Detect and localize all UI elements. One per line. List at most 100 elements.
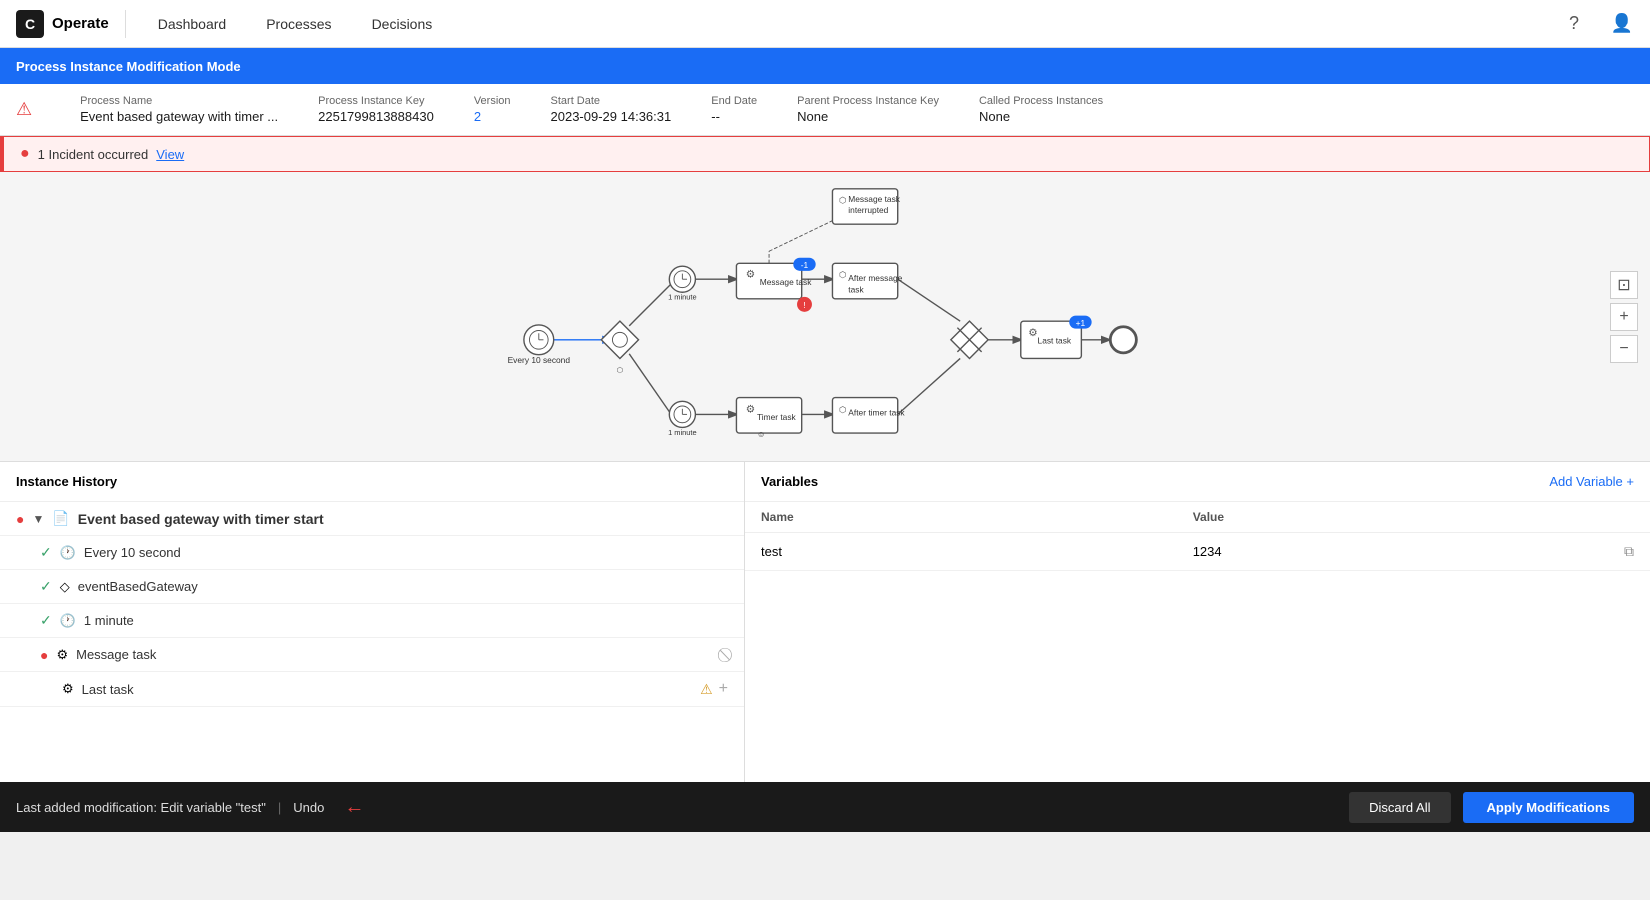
- expand-icon[interactable]: ▼: [32, 512, 44, 526]
- var-name-0: test: [745, 533, 1177, 571]
- version-info: Version 2: [474, 95, 511, 124]
- svg-text:⬡: ⬡: [839, 269, 846, 279]
- diagram-area: Every 10 second ⬡ 1 minute ⚙ Message tas…: [0, 172, 1650, 462]
- add-icon-lasttask[interactable]: +: [719, 680, 728, 698]
- root-item-label: Event based gateway with timer start: [78, 511, 728, 527]
- apply-modifications-button[interactable]: Apply Modifications: [1463, 792, 1635, 823]
- info-row: ⚠ Process Name Event based gateway with …: [0, 84, 1650, 136]
- called-instances-value: None: [979, 109, 1103, 124]
- svg-text:After message: After message: [848, 273, 902, 283]
- parent-key-info: Parent Process Instance Key None: [797, 95, 939, 124]
- parent-key-label: Parent Process Instance Key: [797, 95, 939, 107]
- discard-all-button[interactable]: Discard All: [1349, 792, 1450, 823]
- copy-icon-0[interactable]: ⧉: [1624, 543, 1634, 560]
- incident-view-link[interactable]: View: [156, 147, 184, 162]
- called-instances-label: Called Process Instances: [979, 95, 1103, 107]
- error-indicator-icon: ⚠: [16, 99, 32, 120]
- item-ok-icon-every10: ✓: [40, 544, 52, 561]
- svg-text:⚙: ⚙: [746, 405, 755, 416]
- start-date-info: Start Date 2023-09-29 14:36:31: [551, 95, 672, 124]
- help-icon[interactable]: ?: [1562, 12, 1586, 36]
- var-row-0: test 1234 ⧉: [745, 533, 1650, 571]
- version-value: 2: [474, 109, 511, 124]
- svg-text:After timer task: After timer task: [848, 407, 905, 417]
- process-name-info: Process Name Event based gateway with ti…: [80, 95, 278, 124]
- history-item-every10[interactable]: ✓ 🕐 Every 10 second: [0, 536, 744, 570]
- mode-banner: Process Instance Modification Mode: [0, 48, 1650, 84]
- zoom-controls: ⊡ + −: [1610, 271, 1638, 363]
- zoom-out-button[interactable]: −: [1610, 335, 1638, 363]
- root-error-icon: ●: [16, 511, 24, 527]
- item-ok-icon-1min: ✓: [40, 612, 52, 629]
- clock-icon-1min: 🕐: [60, 613, 76, 629]
- var-value-text-0: 1234: [1193, 544, 1222, 559]
- warn-icon-lasttask: ⚠: [700, 681, 713, 698]
- zoom-in-button[interactable]: +: [1610, 303, 1638, 331]
- instance-history-title: Instance History: [0, 462, 744, 502]
- svg-text:1 minute: 1 minute: [668, 293, 697, 302]
- item-label-gateway: eventBasedGateway: [78, 579, 728, 594]
- end-date-label: End Date: [711, 95, 757, 107]
- undo-arrow-icon: ←: [344, 796, 364, 819]
- svg-text:☺: ☺: [757, 429, 766, 439]
- parent-key-value: None: [797, 109, 939, 124]
- undo-button[interactable]: Undo: [293, 800, 324, 815]
- svg-text:Last task: Last task: [1038, 336, 1072, 346]
- clock-icon-every10: 🕐: [60, 545, 76, 561]
- footer-message: Last added modification: Edit variable "…: [16, 800, 266, 815]
- logo-icon: C: [16, 10, 44, 38]
- gear-icon-lasttask: ⚙: [62, 681, 74, 697]
- process-name-label: Process Name: [80, 95, 278, 107]
- diamond-icon-gateway: ◇: [60, 579, 70, 595]
- add-variable-button[interactable]: Add Variable +: [1549, 474, 1634, 489]
- history-item-1min[interactable]: ✓ 🕐 1 minute: [0, 604, 744, 638]
- process-key-value: 2251799813888430: [318, 109, 434, 124]
- history-item-lasttask[interactable]: ⚙ Last task ⚠ +: [0, 672, 744, 707]
- fit-zoom-button[interactable]: ⊡: [1610, 271, 1638, 299]
- svg-text:⬡: ⬡: [839, 405, 846, 415]
- svg-text:1 minute: 1 minute: [668, 428, 697, 437]
- nav-processes[interactable]: Processes: [258, 12, 339, 36]
- item-label-every10: Every 10 second: [84, 545, 728, 560]
- item-label-lasttask: Last task: [82, 682, 692, 697]
- incident-count: 1 Incident occurred: [38, 147, 149, 162]
- bottom-split: Instance History ● ▼ 📄 Event based gatew…: [0, 462, 1650, 782]
- history-item-gateway[interactable]: ✓ ◇ eventBasedGateway: [0, 570, 744, 604]
- var-col-name: Name: [745, 502, 1177, 533]
- root-doc-icon: 📄: [52, 510, 69, 527]
- mode-banner-title: Process Instance Modification Mode: [16, 59, 241, 74]
- nav-decisions[interactable]: Decisions: [364, 12, 441, 36]
- process-key-info: Process Instance Key 2251799813888430: [318, 95, 434, 124]
- svg-text:task: task: [848, 284, 864, 294]
- variables-header: Variables Add Variable +: [745, 462, 1650, 502]
- nav-dashboard[interactable]: Dashboard: [150, 12, 235, 36]
- var-value-container-0: 1234 ⧉: [1193, 543, 1634, 560]
- history-item-msgtask[interactable]: ● ⚙ Message task ⃠: [0, 638, 744, 672]
- variables-title: Variables: [761, 474, 818, 489]
- incident-error-icon: ●: [20, 145, 30, 163]
- svg-text:Message task: Message task: [760, 277, 812, 287]
- svg-text:interrupted: interrupted: [848, 205, 888, 215]
- start-date-value: 2023-09-29 14:36:31: [551, 109, 672, 124]
- item-label-msgtask: Message task: [76, 647, 720, 662]
- end-date-info: End Date --: [711, 95, 757, 124]
- user-icon[interactable]: 👤: [1610, 12, 1634, 36]
- version-label: Version: [474, 95, 511, 107]
- process-name-value: Event based gateway with timer ...: [80, 109, 278, 124]
- footer-bar: Last added modification: Edit variable "…: [0, 782, 1650, 832]
- svg-text:Timer task: Timer task: [757, 412, 797, 422]
- svg-text:+1: +1: [1076, 318, 1086, 328]
- svg-text:⬡: ⬡: [617, 365, 623, 374]
- top-nav: C Operate Dashboard Processes Decisions …: [0, 0, 1650, 48]
- item-err-icon-msgtask: ●: [40, 647, 48, 663]
- app-logo: C Operate: [16, 10, 126, 38]
- bpmn-diagram: Every 10 second ⬡ 1 minute ⚙ Message tas…: [0, 172, 1650, 461]
- svg-text:-1: -1: [801, 260, 809, 270]
- item-ok-icon-gateway: ✓: [40, 578, 52, 595]
- footer-separator: |: [278, 800, 281, 815]
- svg-text:!: !: [803, 300, 805, 310]
- app-name: Operate: [52, 15, 109, 32]
- svg-text:⬡: ⬡: [839, 195, 846, 205]
- svg-text:⚙: ⚙: [1028, 328, 1037, 339]
- history-root-item[interactable]: ● ▼ 📄 Event based gateway with timer sta…: [0, 502, 744, 536]
